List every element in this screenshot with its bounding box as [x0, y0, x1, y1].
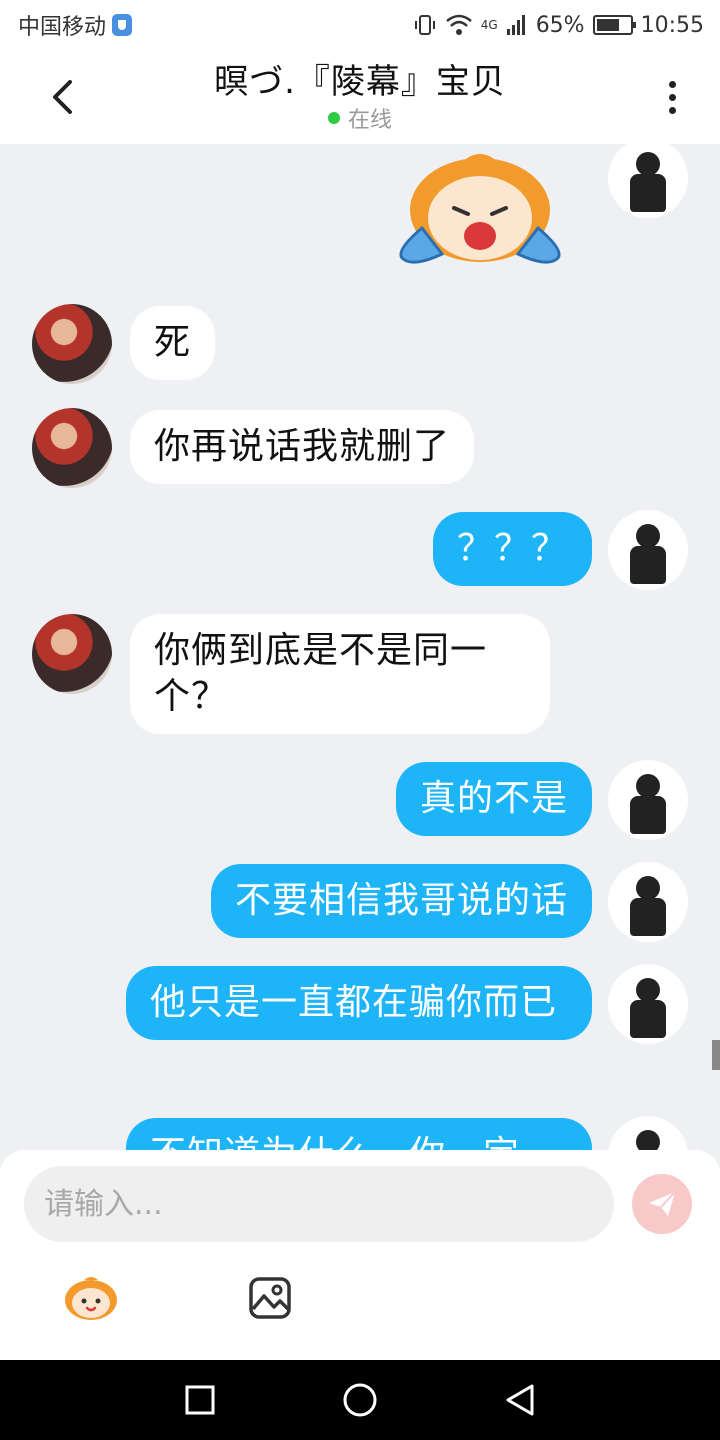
my-avatar[interactable]	[608, 862, 688, 942]
more-dot-icon	[668, 80, 676, 88]
my-avatar[interactable]	[608, 1116, 688, 1150]
message-bubble-outgoing[interactable]: 他只是一直都在骗你而已	[126, 966, 592, 1040]
sticker-emoji-icon[interactable]	[62, 1274, 120, 1322]
message-bubble-incoming[interactable]: 死	[130, 306, 216, 380]
message-bubble-incoming[interactable]: 你俩到底是不是同一个？	[130, 614, 550, 734]
chat-header: 暝づ.『陵幕』宝贝 在线	[0, 50, 720, 144]
online-status-label: 在线	[347, 108, 392, 133]
clock: 10:55	[640, 12, 704, 38]
more-dot-icon	[668, 106, 676, 114]
system-navigation-bar	[0, 1360, 720, 1440]
chat-messages[interactable]: 死 你再说话我就删了 ？？？ 你俩到底是不是同一个？ 真的不是 不要相信我哥说的…	[0, 144, 720, 1150]
chat-title: 暝づ.『陵幕』宝贝	[214, 62, 506, 102]
more-dot-icon	[668, 93, 676, 101]
carrier-label: 中国移动	[18, 15, 107, 40]
circle-icon	[343, 1383, 377, 1417]
battery-icon	[592, 15, 636, 35]
scrollbar-thumb[interactable]	[712, 1040, 720, 1070]
message-bubble-outgoing[interactable]: 不要相信我哥说的话	[210, 864, 592, 938]
my-avatar[interactable]	[608, 760, 688, 840]
home-button[interactable]	[340, 1380, 380, 1420]
triangle-back-icon	[506, 1384, 534, 1416]
message-bubble-incoming[interactable]: 你再说话我就删了	[130, 410, 475, 484]
input-panel	[0, 1150, 720, 1360]
square-icon	[185, 1385, 215, 1415]
crying-sticker-icon[interactable]	[392, 148, 568, 268]
message-bubble-outgoing[interactable]: ？？？	[432, 512, 592, 586]
wifi-icon	[445, 14, 472, 35]
send-icon	[649, 1191, 676, 1216]
send-button[interactable]	[632, 1174, 692, 1234]
message-bubble-outgoing[interactable]: 不知道为什么一你一定	[126, 1118, 592, 1150]
back-nav-button[interactable]	[500, 1380, 540, 1420]
status-left: 中国移动	[18, 9, 133, 41]
contact-avatar[interactable]	[32, 614, 112, 694]
status-right: 4G 65% 10:55	[413, 13, 704, 38]
contact-avatar[interactable]	[32, 408, 112, 488]
message-input[interactable]	[24, 1166, 614, 1242]
image-picker-icon[interactable]	[248, 1276, 292, 1320]
signal-icon	[506, 15, 525, 35]
message-bubble-outgoing[interactable]: 真的不是	[395, 762, 592, 836]
my-avatar[interactable]	[608, 510, 688, 590]
status-bar: 中国移动 4G 65% 10:55	[0, 0, 720, 50]
contact-avatar[interactable]	[32, 304, 112, 384]
more-options-button[interactable]	[652, 72, 692, 122]
online-dot-icon	[327, 112, 340, 124]
online-status: 在线	[0, 102, 720, 134]
battery-percent: 65%	[535, 12, 585, 38]
network-label: 4G	[480, 18, 498, 32]
my-avatar[interactable]	[608, 964, 688, 1044]
shield-icon	[112, 14, 133, 36]
my-avatar[interactable]	[608, 144, 688, 218]
recents-button[interactable]	[180, 1380, 220, 1420]
vibrate-icon	[414, 15, 435, 35]
